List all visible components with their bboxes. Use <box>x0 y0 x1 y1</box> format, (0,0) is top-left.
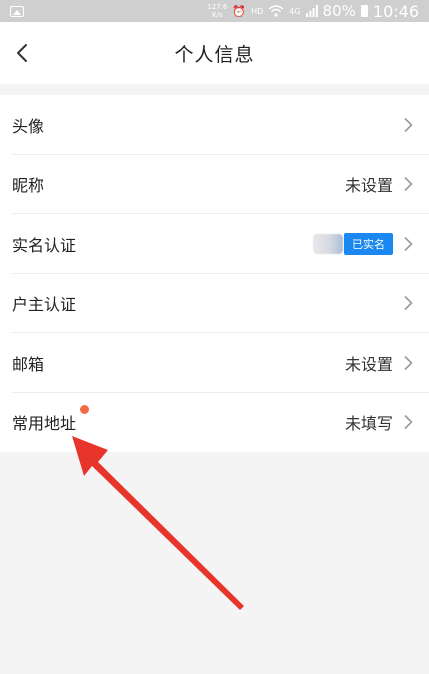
chevron-right-icon <box>404 296 413 311</box>
battery-icon <box>360 5 368 17</box>
email-label: 邮箱 <box>12 354 45 374</box>
chevron-right-icon <box>404 236 413 251</box>
new-indicator-dot <box>80 405 90 415</box>
chevron-right-icon <box>404 415 413 430</box>
network-speed-unit: K/s <box>212 11 223 19</box>
householder-verification-label: 户主认证 <box>12 295 77 315</box>
householder-verification-row[interactable]: 户主认证 <box>0 274 429 334</box>
alarm-icon: ⏰ <box>232 4 247 18</box>
avatar-row[interactable]: 头像 <box>0 95 429 155</box>
chevron-right-icon <box>404 355 413 370</box>
hd-label: HD <box>251 6 264 16</box>
network-speed: 127.6 K/s <box>207 3 227 19</box>
email-row[interactable]: 邮箱 未设置 <box>0 333 429 393</box>
nickname-value: 未设置 <box>344 176 393 196</box>
battery-percentage: 80% <box>322 2 356 20</box>
profile-info-list: 头像 昵称 未设置 实名认证 已实名 户主认证 邮箱 未设置 常用地址 未填写 <box>0 95 429 452</box>
network-type-label: 4G <box>289 6 301 16</box>
back-arrow-icon <box>17 44 27 62</box>
real-name-verification-label: 实名认证 <box>12 235 77 255</box>
nickname-row[interactable]: 昵称 未设置 <box>0 155 429 215</box>
verified-badge: 已实名 <box>344 232 393 255</box>
common-address-row[interactable]: 常用地址 未填写 <box>0 393 429 453</box>
signal-icon <box>305 5 318 17</box>
chevron-right-icon <box>404 117 413 132</box>
page-title: 个人信息 <box>174 43 255 66</box>
common-address-label: 常用地址 <box>12 405 90 434</box>
blurred-name <box>313 233 343 254</box>
avatar-label: 头像 <box>12 116 45 136</box>
back-button[interactable] <box>12 40 38 66</box>
network-speed-value: 127.6 <box>207 3 228 11</box>
nickname-label: 昵称 <box>12 176 45 196</box>
clock: 10:46 <box>372 1 419 21</box>
common-address-value: 未填写 <box>344 414 393 434</box>
status-bar: 127.6 K/s ⏰ HD 4G 80% 10:46 <box>0 0 429 22</box>
chevron-right-icon <box>404 177 413 192</box>
wifi-icon <box>268 5 284 17</box>
email-value: 未设置 <box>344 354 393 374</box>
real-name-verification-row[interactable]: 实名认证 已实名 <box>0 214 429 274</box>
image-notification-icon <box>10 5 24 17</box>
navigation-bar: 个人信息 <box>0 22 429 84</box>
common-address-label-text: 常用地址 <box>12 414 77 434</box>
